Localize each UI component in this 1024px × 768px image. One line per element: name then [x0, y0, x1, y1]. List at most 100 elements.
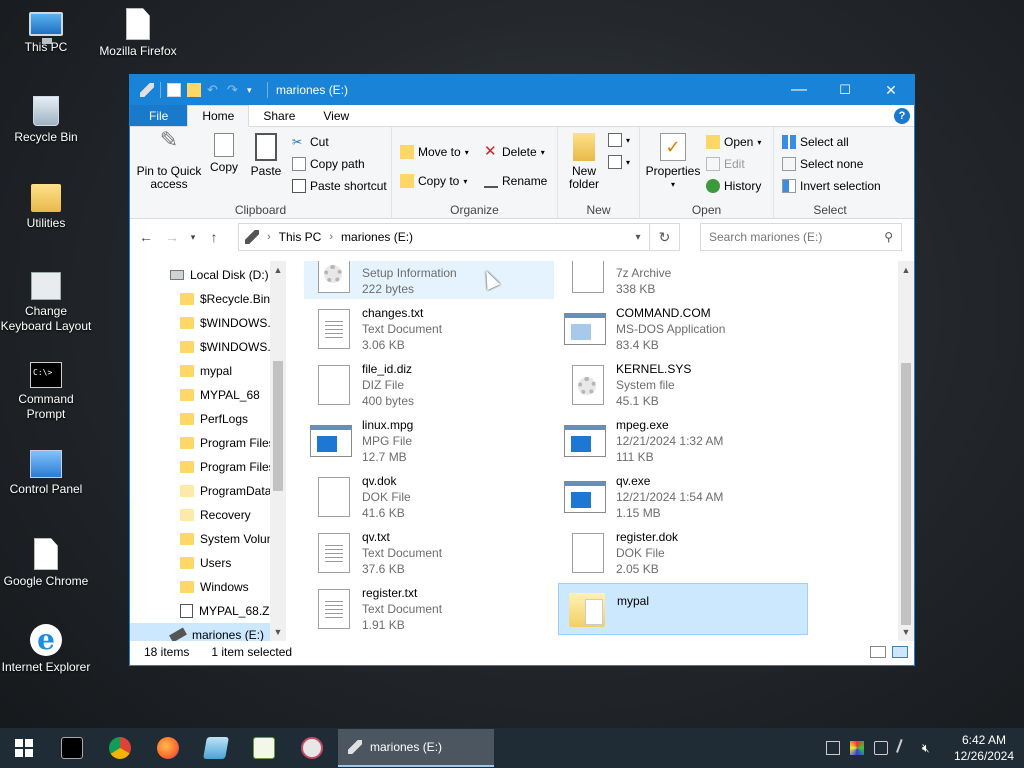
properties-icon[interactable]: [167, 83, 181, 97]
desktop-icon-firefox[interactable]: Mozilla Firefox: [92, 8, 184, 59]
copy-path-button[interactable]: Copy path: [292, 157, 365, 171]
invert-selection-button[interactable]: Invert selection: [782, 179, 881, 193]
paste-button[interactable]: Paste: [246, 133, 286, 178]
maximize-button[interactable]: ☐: [822, 75, 868, 105]
file-tile[interactable]: linux.mpg MPG File 12.7 MB: [304, 415, 554, 467]
open-button[interactable]: Open ▾: [706, 135, 761, 149]
search-input[interactable]: Search mariones (E:) ⚲: [700, 223, 902, 251]
recent-dropdown-icon[interactable]: ▾: [188, 232, 198, 243]
nav-item[interactable]: System Volum: [180, 527, 270, 551]
file-tile[interactable]: qv.exe 12/21/2024 1:54 AM 1.15 MB: [558, 471, 808, 523]
content-scrollbar[interactable]: ▲ ▼: [898, 261, 914, 641]
scroll-down-icon[interactable]: ▼: [270, 627, 286, 637]
scrollbar-thumb[interactable]: [273, 361, 283, 491]
file-tile[interactable]: mypal: [558, 583, 808, 635]
desktop-icon-utilities[interactable]: Utilities: [0, 184, 92, 231]
scroll-up-icon[interactable]: ▲: [898, 265, 914, 275]
cut-button[interactable]: ✂ Cut: [292, 135, 329, 149]
properties-button[interactable]: ✓ Properties ▾: [642, 133, 704, 191]
desktop-icon-control-panel[interactable]: Control Panel: [0, 450, 92, 497]
chevron-down-icon[interactable]: ▾: [627, 232, 649, 243]
refresh-icon[interactable]: ↻: [650, 223, 680, 251]
nav-item[interactable]: Local Disk (D:): [170, 263, 270, 287]
file-tile[interactable]: bomb8.7z7z Archive338 KB: [558, 261, 808, 299]
tab-share[interactable]: Share: [249, 105, 309, 126]
file-tile[interactable]: autorun.infSetup Information222 bytes: [304, 261, 554, 299]
taskbar-command-prompt[interactable]: [48, 728, 96, 768]
taskbar-task-manager[interactable]: [240, 728, 288, 768]
start-button[interactable]: [0, 728, 48, 768]
tab-file[interactable]: File: [130, 105, 188, 126]
nav-scrollbar[interactable]: ▲ ▼: [270, 261, 286, 641]
large-icons-view-icon[interactable]: [892, 646, 908, 658]
desktop-icon-keyboard-layout[interactable]: Change Keyboard Layout: [0, 272, 92, 334]
scroll-up-icon[interactable]: ▲: [270, 265, 286, 275]
redo-icon[interactable]: ↷: [227, 83, 241, 97]
history-button[interactable]: History: [706, 179, 761, 193]
breadcrumb-drive[interactable]: mariones (E:): [341, 230, 413, 244]
delete-button[interactable]: ✕ Delete ▾: [484, 144, 545, 159]
paste-shortcut-button[interactable]: Paste shortcut: [292, 179, 387, 193]
taskbar-explorer-active[interactable]: mariones (E:): [338, 729, 494, 767]
file-tile[interactable]: COMMAND.COM MS-DOS Application 83.4 KB: [558, 303, 808, 355]
desktop-icon-recycle-bin[interactable]: Recycle Bin: [0, 96, 92, 145]
nav-item[interactable]: Windows: [180, 575, 270, 599]
new-item-button[interactable]: ▾: [608, 133, 630, 147]
title-bar[interactable]: ↶ ↷ ▾ mariones (E:) — ☐ ✕: [130, 75, 914, 105]
minimize-button[interactable]: —: [776, 75, 822, 105]
up-arrow-icon[interactable]: ↑: [204, 229, 224, 245]
details-view-icon[interactable]: [870, 646, 886, 658]
nav-item[interactable]: PerfLogs: [180, 407, 270, 431]
nav-item[interactable]: Users: [180, 551, 270, 575]
tab-view[interactable]: View: [309, 105, 363, 126]
select-all-button[interactable]: Select all: [782, 135, 849, 149]
taskbar-chrome[interactable]: [96, 728, 144, 768]
select-none-button[interactable]: Select none: [782, 157, 863, 171]
edit-button[interactable]: Edit: [706, 157, 745, 171]
move-to-button[interactable]: Move to ▾: [400, 145, 469, 159]
easy-access-button[interactable]: ▾: [608, 155, 630, 169]
back-arrow-icon[interactable]: ←: [136, 229, 156, 245]
pen-icon[interactable]: [895, 739, 914, 757]
file-tile[interactable]: file_id.diz DIZ File 400 bytes: [304, 359, 554, 411]
tab-home[interactable]: Home: [187, 105, 250, 127]
file-tile[interactable]: register.dok DOK File 2.05 KB: [558, 527, 808, 579]
file-tile[interactable]: KERNEL.SYS System file 45.1 KB: [558, 359, 808, 411]
network-icon[interactable]: [825, 741, 840, 755]
forward-arrow-icon[interactable]: →: [162, 229, 182, 245]
usb-eject-icon[interactable]: [873, 741, 888, 755]
file-tile[interactable]: register.txt Text Document 1.91 KB: [304, 583, 554, 635]
volume-muted-icon[interactable]: 🔇︎: [922, 741, 936, 755]
desktop-icon-google-chrome[interactable]: Google Chrome: [0, 538, 92, 589]
nav-item[interactable]: mypal: [180, 359, 270, 383]
copy-to-button[interactable]: Copy to ▾: [400, 174, 467, 188]
rename-button[interactable]: Rename: [484, 174, 547, 188]
file-tile[interactable]: mpeg.exe 12/21/2024 1:32 AM 111 KB: [558, 415, 808, 467]
file-tile[interactable]: qv.txt Text Document 37.6 KB: [304, 527, 554, 579]
nav-item[interactable]: MYPAL_68: [180, 383, 270, 407]
nav-item[interactable]: MYPAL_68.ZIP: [180, 599, 270, 623]
color-display-icon[interactable]: [849, 741, 864, 755]
nav-item[interactable]: Program Files: [180, 455, 270, 479]
scrollbar-thumb[interactable]: [901, 363, 911, 625]
close-button[interactable]: ✕: [868, 75, 914, 105]
undo-icon[interactable]: ↶: [207, 83, 221, 97]
clock[interactable]: 6:42 AM 12/26/2024: [954, 732, 1014, 764]
taskbar-firefox[interactable]: [144, 728, 192, 768]
nav-item[interactable]: Recovery: [180, 503, 270, 527]
pin-to-quick-access-button[interactable]: ✎ Pin to Quick access: [136, 129, 202, 191]
breadcrumb-this-pc[interactable]: This PC: [279, 230, 322, 244]
nav-item[interactable]: $WINDOWS.~: [180, 311, 270, 335]
file-tile[interactable]: qv.dok DOK File 41.6 KB: [304, 471, 554, 523]
help-icon[interactable]: ?: [894, 108, 910, 124]
new-folder-button[interactable]: New folder: [562, 133, 606, 191]
new-folder-icon[interactable]: [187, 83, 201, 97]
customize-dropdown-icon[interactable]: ▾: [247, 83, 261, 97]
desktop-icon-internet-explorer[interactable]: e Internet Explorer: [0, 624, 92, 675]
taskbar-notepad[interactable]: [192, 728, 240, 768]
nav-item[interactable]: $WINDOWS.~: [180, 335, 270, 359]
desktop-icon-command-prompt[interactable]: C:\> Command Prompt: [0, 362, 92, 422]
nav-item[interactable]: Program Files: [180, 431, 270, 455]
scroll-down-icon[interactable]: ▼: [898, 627, 914, 637]
copy-button[interactable]: Copy: [204, 133, 244, 174]
